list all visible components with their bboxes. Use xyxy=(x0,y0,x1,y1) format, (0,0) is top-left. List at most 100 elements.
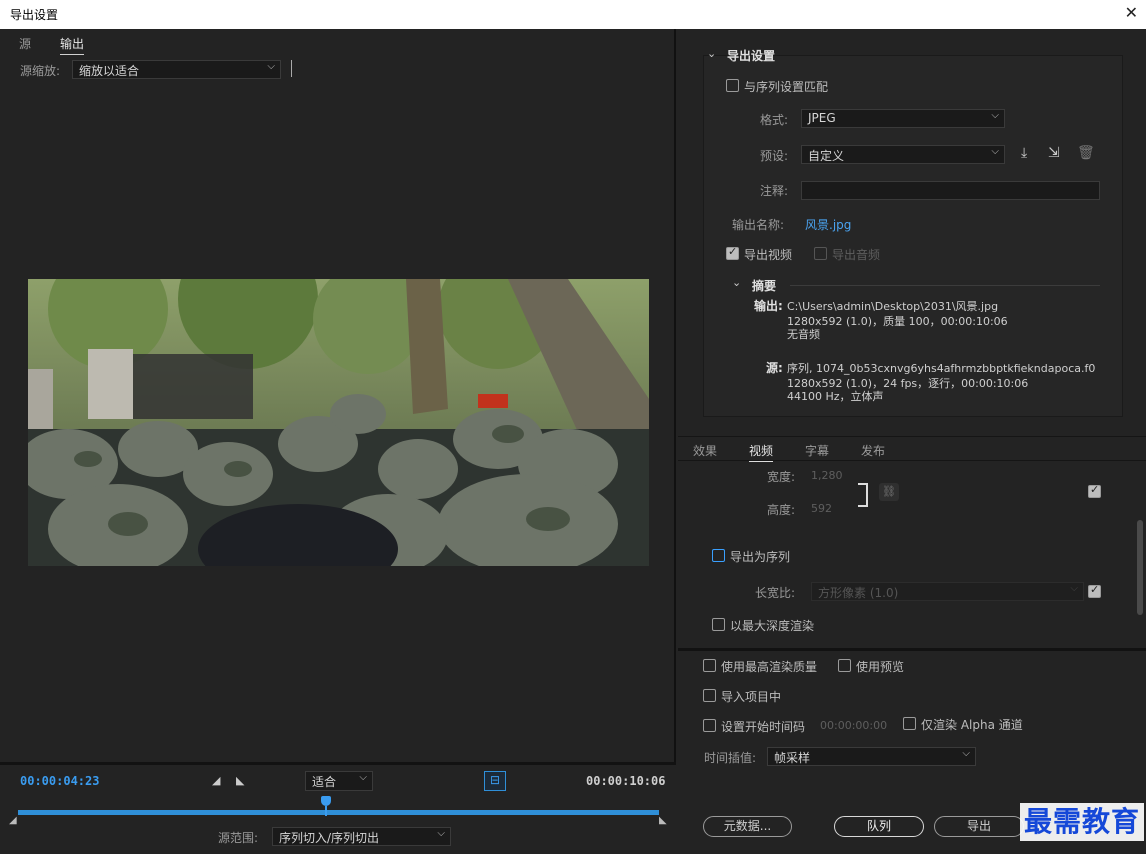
summary-title: 摘要 xyxy=(752,279,777,293)
width-value[interactable]: 1,280 xyxy=(811,469,843,482)
time-interpolation-value: 帧采样 xyxy=(774,751,811,765)
use-preview-label: 使用预览 xyxy=(856,660,905,674)
resize-match-checkbox[interactable] xyxy=(1088,483,1101,498)
collapse-chevron-icon[interactable]: ⌄ xyxy=(707,47,716,60)
chevron-down-icon: ⌵ xyxy=(359,772,367,783)
start-timecode-value[interactable]: 00:00:00:00 xyxy=(820,719,887,732)
mark-out-icon[interactable]: ◣ xyxy=(236,774,244,787)
time-interpolation-label: 时间插值: xyxy=(704,751,757,765)
preset-label: 预设: xyxy=(760,149,789,163)
set-start-timecode-label: 设置开始时间码 xyxy=(721,720,806,734)
cursor-marker xyxy=(291,60,292,77)
metadata-button[interactable]: 元数据... xyxy=(703,816,792,837)
export-as-sequence-checkbox[interactable] xyxy=(712,549,725,562)
max-quality-label: 使用最高渲染质量 xyxy=(721,660,818,674)
set-start-timecode-checkbox[interactable] xyxy=(703,719,716,732)
chevron-down-icon: ⌵ xyxy=(437,828,445,839)
zoom-fit-dropdown[interactable]: 适合 ⌵ xyxy=(305,771,373,791)
chevron-down-icon: ⌵ xyxy=(962,748,970,759)
watermark-logo: 最需教育 xyxy=(1020,803,1145,841)
time-interpolation-dropdown[interactable]: 帧采样 ⌵ xyxy=(767,747,976,766)
source-scale-label: 源缩放: xyxy=(20,64,61,78)
width-label: 宽度: xyxy=(767,470,796,484)
export-video-label: 导出视频 xyxy=(744,248,793,262)
export-button[interactable]: 导出 xyxy=(934,816,1024,837)
import-project-label: 导入项目中 xyxy=(721,690,782,704)
aspect-match-checkbox[interactable] xyxy=(1088,583,1101,598)
export-audio-label: 导出音频 xyxy=(832,248,881,262)
source-scale-value: 缩放以适合 xyxy=(79,64,140,78)
link-bracket xyxy=(858,483,868,507)
mark-in-icon[interactable]: ◢ xyxy=(212,774,220,787)
chevron-down-icon: ⌵ xyxy=(1070,583,1078,594)
max-depth-checkbox[interactable] xyxy=(712,618,725,631)
summary-divider xyxy=(790,285,1100,286)
tab-effects[interactable]: 效果 xyxy=(693,442,717,459)
format-dropdown[interactable]: JPEG ⌵ xyxy=(801,109,1005,128)
close-icon[interactable]: ✕ xyxy=(1125,3,1138,22)
output-name-label: 输出名称: xyxy=(732,218,785,232)
preset-dropdown[interactable]: 自定义 ⌵ xyxy=(801,145,1005,164)
use-preview-checkbox[interactable] xyxy=(838,659,851,672)
comment-label: 注释: xyxy=(760,184,789,198)
aspect-correction-icon[interactable]: ⊟ xyxy=(484,771,506,791)
time-range-bar[interactable] xyxy=(18,810,659,815)
summary-source-label: 源: xyxy=(766,361,783,375)
aspect-ratio-value: 方形像素 (1.0) xyxy=(818,586,899,600)
video-settings-scrollbar[interactable] xyxy=(1137,520,1143,615)
aspect-ratio-dropdown[interactable]: 方形像素 (1.0) ⌵ xyxy=(811,582,1084,601)
delete-preset-icon[interactable]: 🗑 xyxy=(1077,145,1095,161)
summary-output-label: 输出: xyxy=(754,299,783,313)
summary-collapse-icon[interactable]: ⌄ xyxy=(732,276,741,289)
format-label: 格式: xyxy=(760,113,789,127)
comment-input[interactable] xyxy=(801,181,1100,200)
export-as-sequence-label: 导出为序列 xyxy=(730,550,791,564)
range-end-handle[interactable]: ◣ xyxy=(659,815,667,826)
fit-value: 适合 xyxy=(312,775,337,789)
title-bar: 导出设置 ✕ xyxy=(0,0,1146,29)
end-timecode: 00:00:10:06 xyxy=(586,774,666,788)
tab-publish[interactable]: 发布 xyxy=(861,442,885,459)
playhead[interactable] xyxy=(320,796,331,816)
summary-source-line-1: 序列, 1074_0b53cxnvg6yhs4afhrmzbbptkfieknd… xyxy=(787,362,1096,375)
video-preview xyxy=(28,279,649,566)
aspect-ratio-label: 长宽比: xyxy=(755,586,796,600)
tab-captions[interactable]: 字幕 xyxy=(805,442,829,459)
source-range-dropdown[interactable]: 序列切入/序列切出 ⌵ xyxy=(272,827,451,846)
current-timecode[interactable]: 00:00:04:23 xyxy=(20,774,99,788)
queue-button[interactable]: 队列 xyxy=(834,816,924,837)
chain-link-icon[interactable]: ⛓ xyxy=(879,483,899,501)
summary-output-line-2: 1280x592 (1.0)，质量 100，00:00:10:06 xyxy=(787,315,1008,328)
alpha-only-checkbox[interactable] xyxy=(903,717,916,730)
tab-video[interactable]: 视频 xyxy=(749,442,774,462)
summary-output-line-3: 无音频 xyxy=(787,328,820,341)
chevron-down-icon: ⌵ xyxy=(267,61,275,72)
range-start-handle[interactable]: ◢ xyxy=(9,815,17,826)
source-scale-dropdown[interactable]: 缩放以适合 ⌵ xyxy=(72,60,281,79)
import-project-checkbox[interactable] xyxy=(703,689,716,702)
export-settings-title: 导出设置 xyxy=(727,49,776,63)
export-audio-checkbox[interactable] xyxy=(814,247,827,260)
summary-output-line-1: C:\Users\admin\Desktop\2031\风景.jpg xyxy=(787,300,999,313)
tab-source[interactable]: 源 xyxy=(19,35,31,52)
save-preset-icon[interactable]: ⤓ xyxy=(1021,145,1027,161)
max-quality-checkbox[interactable] xyxy=(703,659,716,672)
height-label: 高度: xyxy=(767,503,796,517)
source-range-label: 源范围: xyxy=(218,831,259,845)
tab-output[interactable]: 输出 xyxy=(60,35,85,55)
format-value: JPEG xyxy=(808,111,836,125)
source-range-value: 序列切入/序列切出 xyxy=(279,831,380,845)
match-sequence-label: 与序列设置匹配 xyxy=(744,80,829,94)
chevron-down-icon: ⌵ xyxy=(991,110,999,121)
preview-image xyxy=(28,279,649,566)
alpha-only-label: 仅渲染 Alpha 通道 xyxy=(921,718,1023,732)
height-value[interactable]: 592 xyxy=(811,502,832,515)
summary-source-line-3: 44100 Hz，立体声 xyxy=(787,390,884,403)
import-preset-icon[interactable]: ⇲ xyxy=(1048,145,1060,161)
export-video-checkbox[interactable] xyxy=(726,245,739,260)
output-name-link[interactable]: 风景.jpg xyxy=(805,216,851,233)
bottom-divider xyxy=(678,648,1146,651)
preset-value: 自定义 xyxy=(808,149,845,163)
max-depth-label: 以最大深度渲染 xyxy=(730,619,815,633)
match-sequence-checkbox[interactable] xyxy=(726,79,739,92)
